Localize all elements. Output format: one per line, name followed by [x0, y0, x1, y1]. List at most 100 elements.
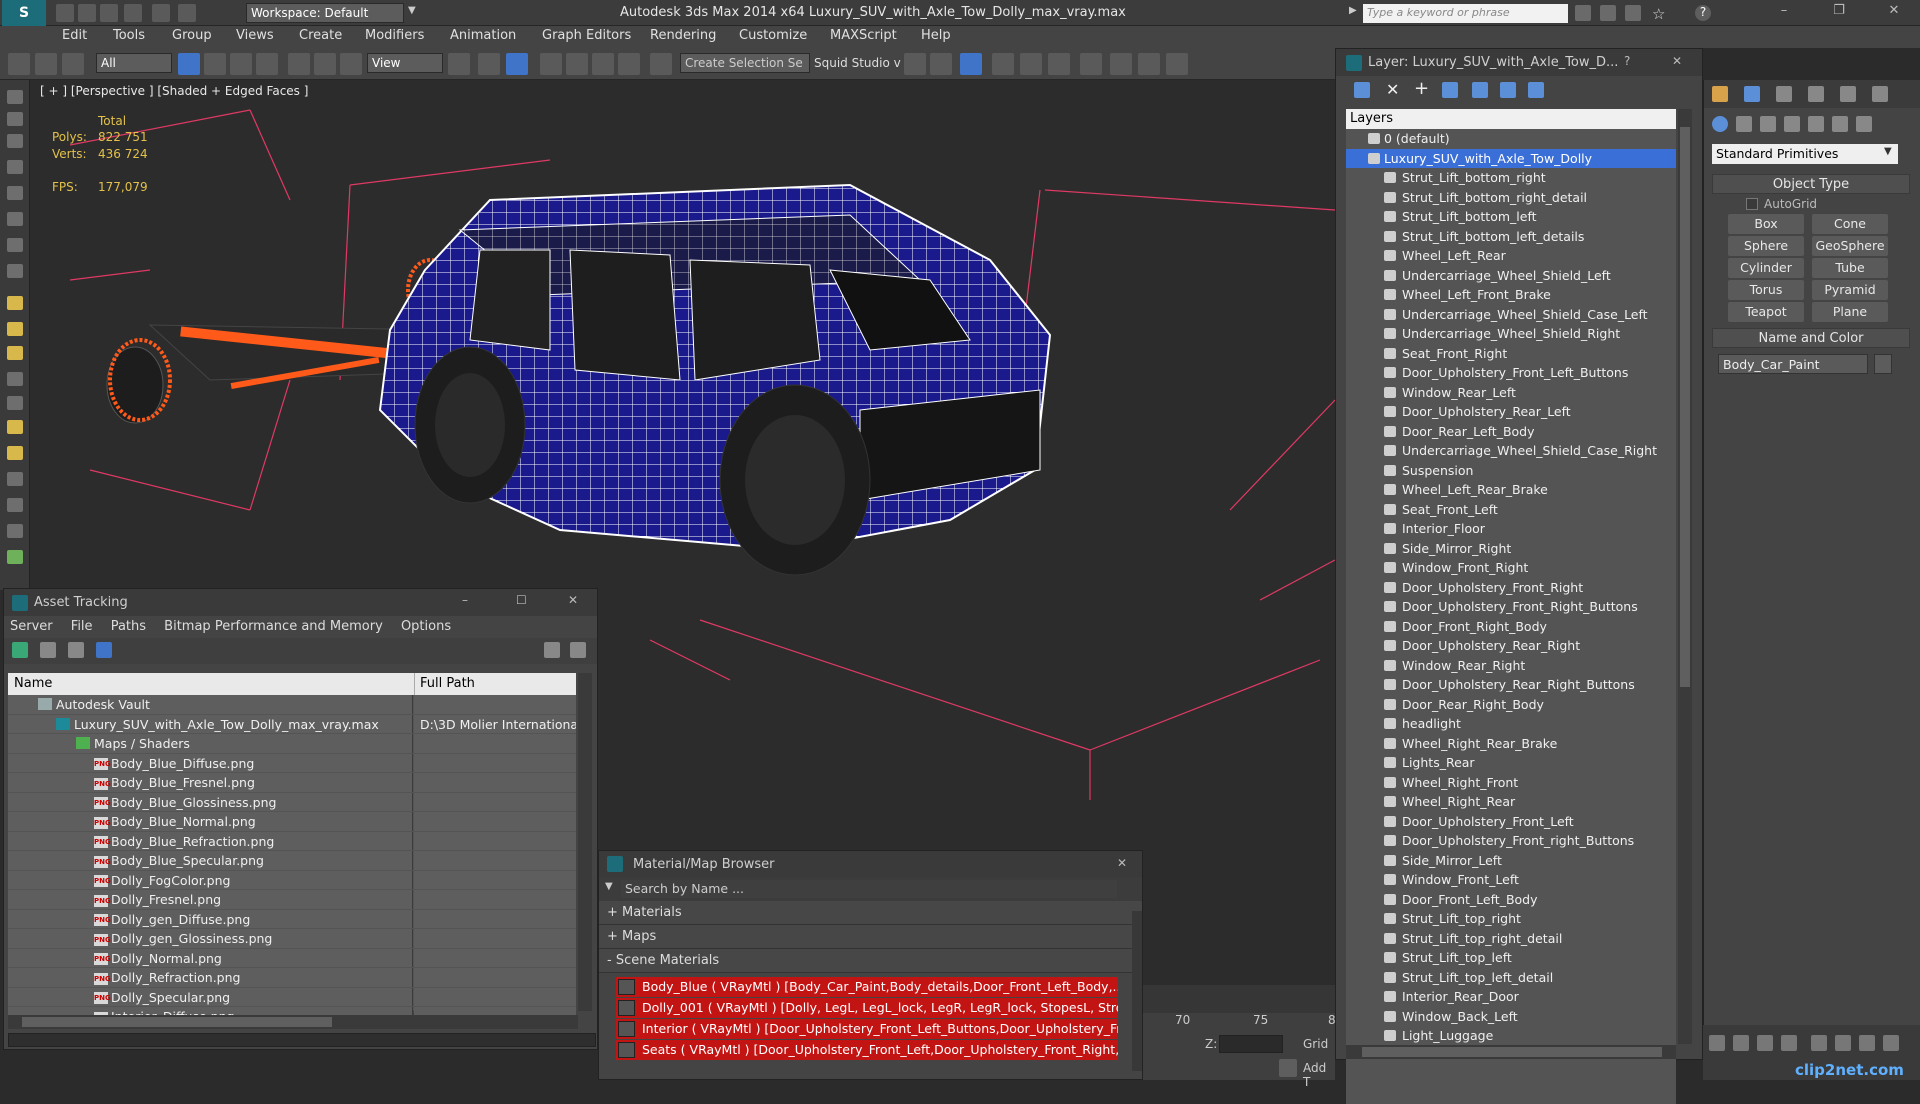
horizontal-scrollbar[interactable] [8, 1015, 578, 1029]
layer-object-item[interactable]: Undercarriage_Wheel_Shield_Case_Right [1346, 441, 1676, 461]
selection-filter-dropdown[interactable]: All [96, 53, 172, 73]
hierarchy-tab-icon[interactable] [1776, 86, 1792, 102]
close-button[interactable]: ✕ [568, 593, 578, 607]
material-search-input[interactable]: Search by Name ... [621, 880, 1117, 898]
asset-row-file[interactable]: Luxury_SUV_with_Axle_Tow_Dolly_max_vray.… [8, 714, 576, 734]
strip-tool-icon[interactable] [7, 264, 23, 278]
menu-bitmap-performance[interactable]: Bitmap Performance and Memory [164, 619, 383, 634]
layer-object-item[interactable]: Suspension [1346, 461, 1676, 481]
named-selection-set-input[interactable]: Create Selection Se [680, 53, 810, 73]
strip-tool-icon[interactable] [7, 524, 23, 538]
snaps-toggle-icon[interactable] [540, 53, 562, 75]
layer-object-item[interactable]: Door_Front_Right_Body [1346, 617, 1676, 637]
close-button[interactable]: ✕ [1117, 856, 1127, 870]
modify-tab-icon[interactable] [1744, 86, 1760, 102]
app-logo-icon[interactable]: S [2, 0, 46, 26]
menu-customize[interactable]: Customize [739, 28, 807, 43]
shapes-icon[interactable] [1736, 116, 1752, 132]
globe-icon[interactable] [7, 550, 23, 564]
strip-tool-icon[interactable] [7, 134, 23, 148]
menu-options[interactable]: Options [401, 619, 451, 634]
layer-object-item[interactable]: Door_Upholstery_Front_Left [1346, 812, 1676, 832]
save-file-icon[interactable] [100, 4, 118, 22]
cone-button[interactable]: Cone [1812, 214, 1888, 234]
column-full-path[interactable]: Full Path [420, 676, 475, 691]
layer-object-item[interactable]: Wheel_Right_Front [1346, 773, 1676, 793]
utilities-tab-icon[interactable] [1872, 86, 1888, 102]
strip-tool-icon[interactable] [7, 112, 23, 126]
box-button[interactable]: Box [1728, 214, 1804, 234]
layer-object-item[interactable]: Strut_Lift_bottom_left_details [1346, 227, 1676, 247]
column-name[interactable]: Name [14, 676, 52, 691]
rendered-frame-icon[interactable] [1138, 53, 1160, 75]
material-editor-icon[interactable] [1080, 53, 1102, 75]
layer-manager-icon[interactable] [960, 53, 982, 75]
helpers-icon[interactable] [1808, 116, 1824, 132]
vertical-scrollbar[interactable] [578, 673, 592, 1011]
asset-row-map[interactable]: PNGBody_Blue_Glossiness.png [8, 792, 576, 812]
layers-column-header[interactable]: Layers [1346, 109, 1676, 129]
spinner-snap-icon[interactable] [618, 53, 640, 75]
chevron-down-icon[interactable]: ▼ [408, 5, 420, 21]
layer-object-item[interactable]: Door_Upholstery_Front_Right_Buttons [1346, 597, 1676, 617]
asset-row-map[interactable]: PNGBody_Blue_Specular.png [8, 851, 576, 871]
light-icon[interactable] [7, 296, 23, 310]
add-to-layer-icon[interactable] [1442, 82, 1458, 98]
keyboard-shortcut-override-icon[interactable] [506, 53, 528, 75]
menu-paths[interactable]: Paths [111, 619, 146, 634]
strip-tool-icon[interactable] [7, 238, 23, 252]
menu-maxscript[interactable]: MAXScript [830, 28, 897, 43]
unlink-icon[interactable] [35, 53, 57, 75]
asset-row-map[interactable]: PNGBody_Blue_Normal.png [8, 812, 576, 832]
end-frame-icon[interactable] [1781, 1035, 1797, 1051]
tools-icon[interactable] [1600, 5, 1616, 21]
section-scene-materials[interactable]: - Scene Materials [599, 949, 1142, 973]
layer-object-item[interactable]: Strut_Lift_bottom_right [1346, 168, 1676, 188]
chevron-down-icon[interactable]: ▼ [605, 881, 613, 892]
layer-object-item[interactable]: Strut_Lift_top_right [1346, 909, 1676, 929]
zoom-icon[interactable] [1811, 1035, 1827, 1051]
settings-icon[interactable] [570, 642, 586, 658]
rotate-icon[interactable] [314, 53, 336, 75]
create-tab-icon[interactable] [1712, 86, 1728, 102]
layer-object-item[interactable]: Strut_Lift_top_right_detail [1346, 929, 1676, 949]
menu-tools[interactable]: Tools [113, 28, 145, 43]
name-and-color-rollout[interactable]: Name and Color [1712, 328, 1910, 348]
scale-icon[interactable] [340, 53, 362, 75]
menu-graph-editors[interactable]: Graph Editors [542, 28, 631, 43]
menu-server[interactable]: Server [10, 619, 53, 634]
vertical-scrollbar[interactable] [1678, 109, 1692, 1044]
motion-tab-icon[interactable] [1808, 86, 1824, 102]
curve-editor-icon[interactable] [1020, 53, 1042, 75]
strip-tool-icon[interactable] [7, 90, 23, 104]
star-icon[interactable]: ☆ [1652, 5, 1668, 23]
layer-object-item[interactable]: Lights_Rear [1346, 753, 1676, 773]
strip-tool-icon[interactable] [7, 396, 23, 410]
layer-object-item[interactable]: Wheel_Left_Rear_Brake [1346, 480, 1676, 500]
layer-object-item[interactable]: Side_Mirror_Right [1346, 539, 1676, 559]
project-folder-icon[interactable] [178, 4, 196, 22]
menu-edit[interactable]: Edit [62, 28, 87, 43]
geometry-icon[interactable] [1712, 116, 1728, 132]
layer-object-item[interactable]: Undercarriage_Wheel_Shield_Right [1346, 324, 1676, 344]
layer-object-item[interactable]: Seat_Front_Right [1346, 344, 1676, 364]
pyramid-button[interactable]: Pyramid [1812, 280, 1888, 300]
display-tab-icon[interactable] [1840, 86, 1856, 102]
scene-material-item[interactable]: Interior ( VRayMtl ) [Door_Upholstery_Fr… [616, 1019, 1118, 1039]
sun-icon[interactable] [7, 446, 23, 460]
graphite-ribbon-icon[interactable] [992, 53, 1014, 75]
layer-object-item[interactable]: Window_Rear_Right [1346, 656, 1676, 676]
asset-row-map[interactable]: PNGDolly_FogColor.png [8, 870, 576, 890]
layer-default[interactable]: 0 (default) [1346, 129, 1676, 149]
layer-object-item[interactable]: Wheel_Right_Rear [1346, 792, 1676, 812]
angle-snap-icon[interactable] [566, 53, 588, 75]
minimize-button[interactable]: – [1770, 3, 1798, 23]
autogrid-checkbox[interactable] [1746, 198, 1758, 210]
asset-row-folder[interactable]: Maps / Shaders [8, 734, 576, 754]
reference-coordinate-dropdown[interactable]: View [367, 53, 443, 73]
layer-object-item[interactable]: Door_Upholstery_Rear_Right_Buttons [1346, 675, 1676, 695]
geosphere-button[interactable]: GeoSphere [1812, 236, 1888, 256]
menu-help[interactable]: Help [921, 28, 951, 43]
layer-object-item[interactable]: Window_Front_Left [1346, 870, 1676, 890]
strip-tool-icon[interactable] [7, 472, 23, 486]
